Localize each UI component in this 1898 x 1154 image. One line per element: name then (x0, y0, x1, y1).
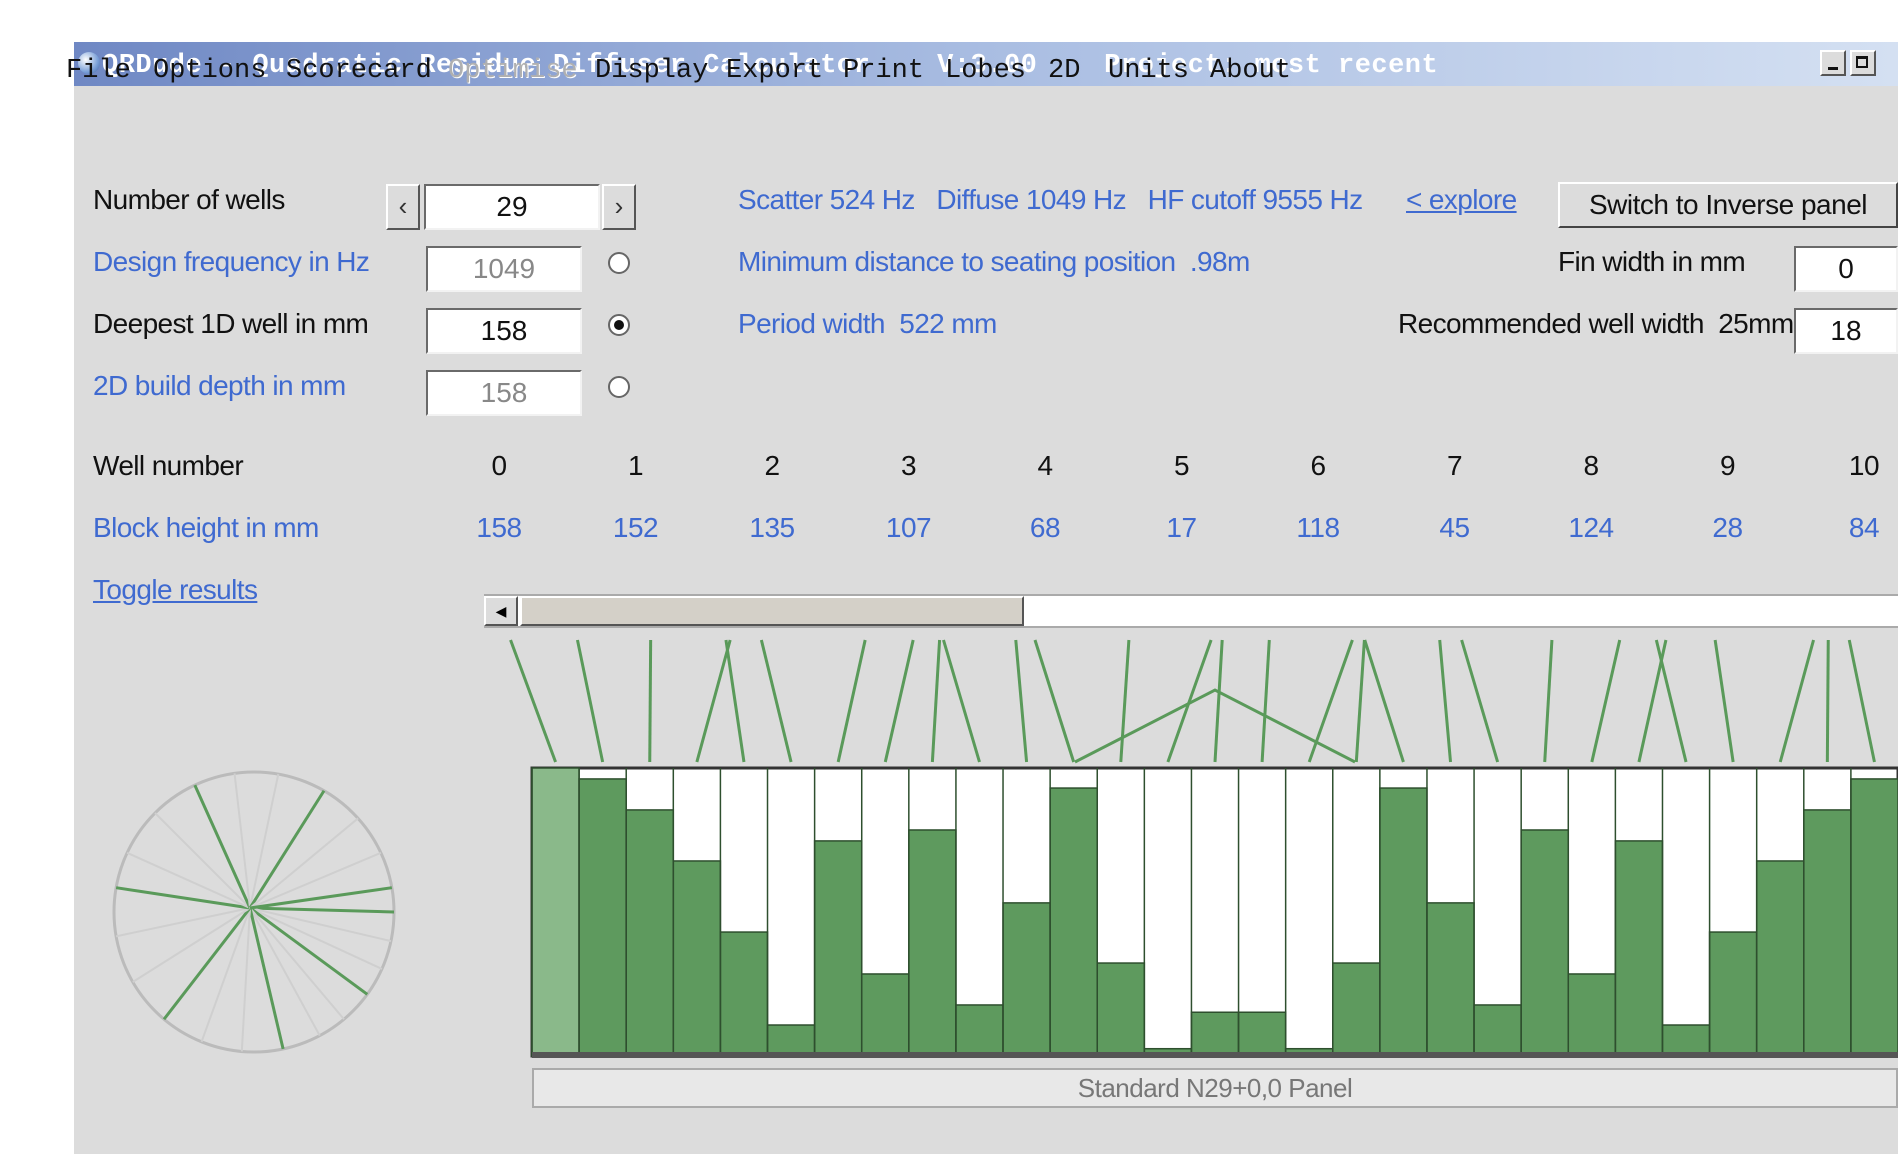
scatter-ray-14 (1213, 639, 1224, 763)
polar-spoke-5 (249, 907, 321, 1037)
scatter-ray-19 (1438, 639, 1453, 763)
polar-spoke-15 (193, 784, 252, 909)
polar-spoke-10 (132, 907, 251, 983)
scatter-ray-22 (1590, 639, 1622, 763)
scatter-ray-10 (1014, 639, 1029, 763)
scatter-ray-6 (836, 639, 867, 763)
scatter-ray-26 (1778, 639, 1815, 763)
well-block-20 (1473, 1004, 1522, 1057)
scatter-ray-11 (1033, 639, 1076, 763)
panel-caption: Standard N29+0,0 Panel (532, 1068, 1898, 1108)
well-block-24 (1661, 1024, 1711, 1057)
well-block-21 (1520, 829, 1570, 1057)
well-block-7 (860, 973, 910, 1057)
well-block-10 (1002, 902, 1051, 1057)
scatter-ray-12 (1119, 639, 1131, 763)
well-block-19 (1426, 902, 1475, 1057)
scatter-ray-13 (1166, 639, 1213, 763)
scatter-ray-8 (930, 639, 942, 763)
polar-spoke-9 (162, 907, 252, 1021)
scatter-ray-5 (759, 639, 793, 763)
scatter-ray-25 (1713, 639, 1735, 763)
scatter-ray-27 (1825, 639, 1830, 763)
well-block-15 (1237, 1011, 1287, 1057)
well-block-8 (908, 829, 957, 1057)
well-block-12 (1096, 962, 1146, 1057)
scatter-ray-18 (1363, 639, 1405, 763)
well-block-26 (1755, 860, 1805, 1057)
well-block-27 (1803, 809, 1852, 1057)
scatter-ray-1 (575, 639, 605, 763)
panel-base (532, 1052, 1898, 1058)
scatter-ray-28 (1847, 639, 1876, 763)
polar-spoke-12 (115, 886, 251, 910)
scatter-ray-2 (648, 639, 653, 763)
polar-spoke-18 (248, 789, 326, 909)
scatter-ray-0 (509, 639, 557, 763)
scatter-ray-7 (883, 639, 915, 763)
well-block-3 (672, 860, 722, 1057)
scatter-ray-17 (1354, 639, 1366, 763)
well-block-25 (1708, 931, 1758, 1057)
well-block-17 (1332, 962, 1381, 1057)
well-block-4 (719, 931, 769, 1057)
well-block-2 (625, 809, 675, 1057)
scatter-ray-24 (1654, 639, 1688, 763)
diffuser-diagram (112, 639, 1898, 1058)
scatter-ray-16 (1307, 639, 1354, 763)
scatter-ray-20 (1460, 639, 1500, 763)
well-block-18 (1379, 787, 1428, 1057)
well-block-11 (1049, 787, 1098, 1057)
scatter-ray-15 (1260, 639, 1271, 763)
well-block-9 (955, 1004, 1004, 1057)
polar-spoke-14 (154, 812, 251, 909)
well-block-1 (578, 778, 627, 1057)
scatter-ray-3 (695, 639, 732, 763)
well-block-5 (766, 1024, 816, 1057)
polar-spoke-0 (249, 906, 395, 914)
well-block-6 (813, 840, 863, 1057)
well-block-14 (1190, 1011, 1240, 1057)
scatter-ray-4 (724, 639, 746, 763)
well-block-28 (1850, 778, 1898, 1057)
scatter-ray-9 (942, 639, 981, 763)
well-block-0 (531, 767, 580, 1057)
well-block-22 (1567, 973, 1617, 1057)
well-block-23 (1614, 840, 1664, 1057)
scatter-ray-21 (1543, 639, 1554, 763)
polar-spoke-2 (249, 907, 383, 970)
